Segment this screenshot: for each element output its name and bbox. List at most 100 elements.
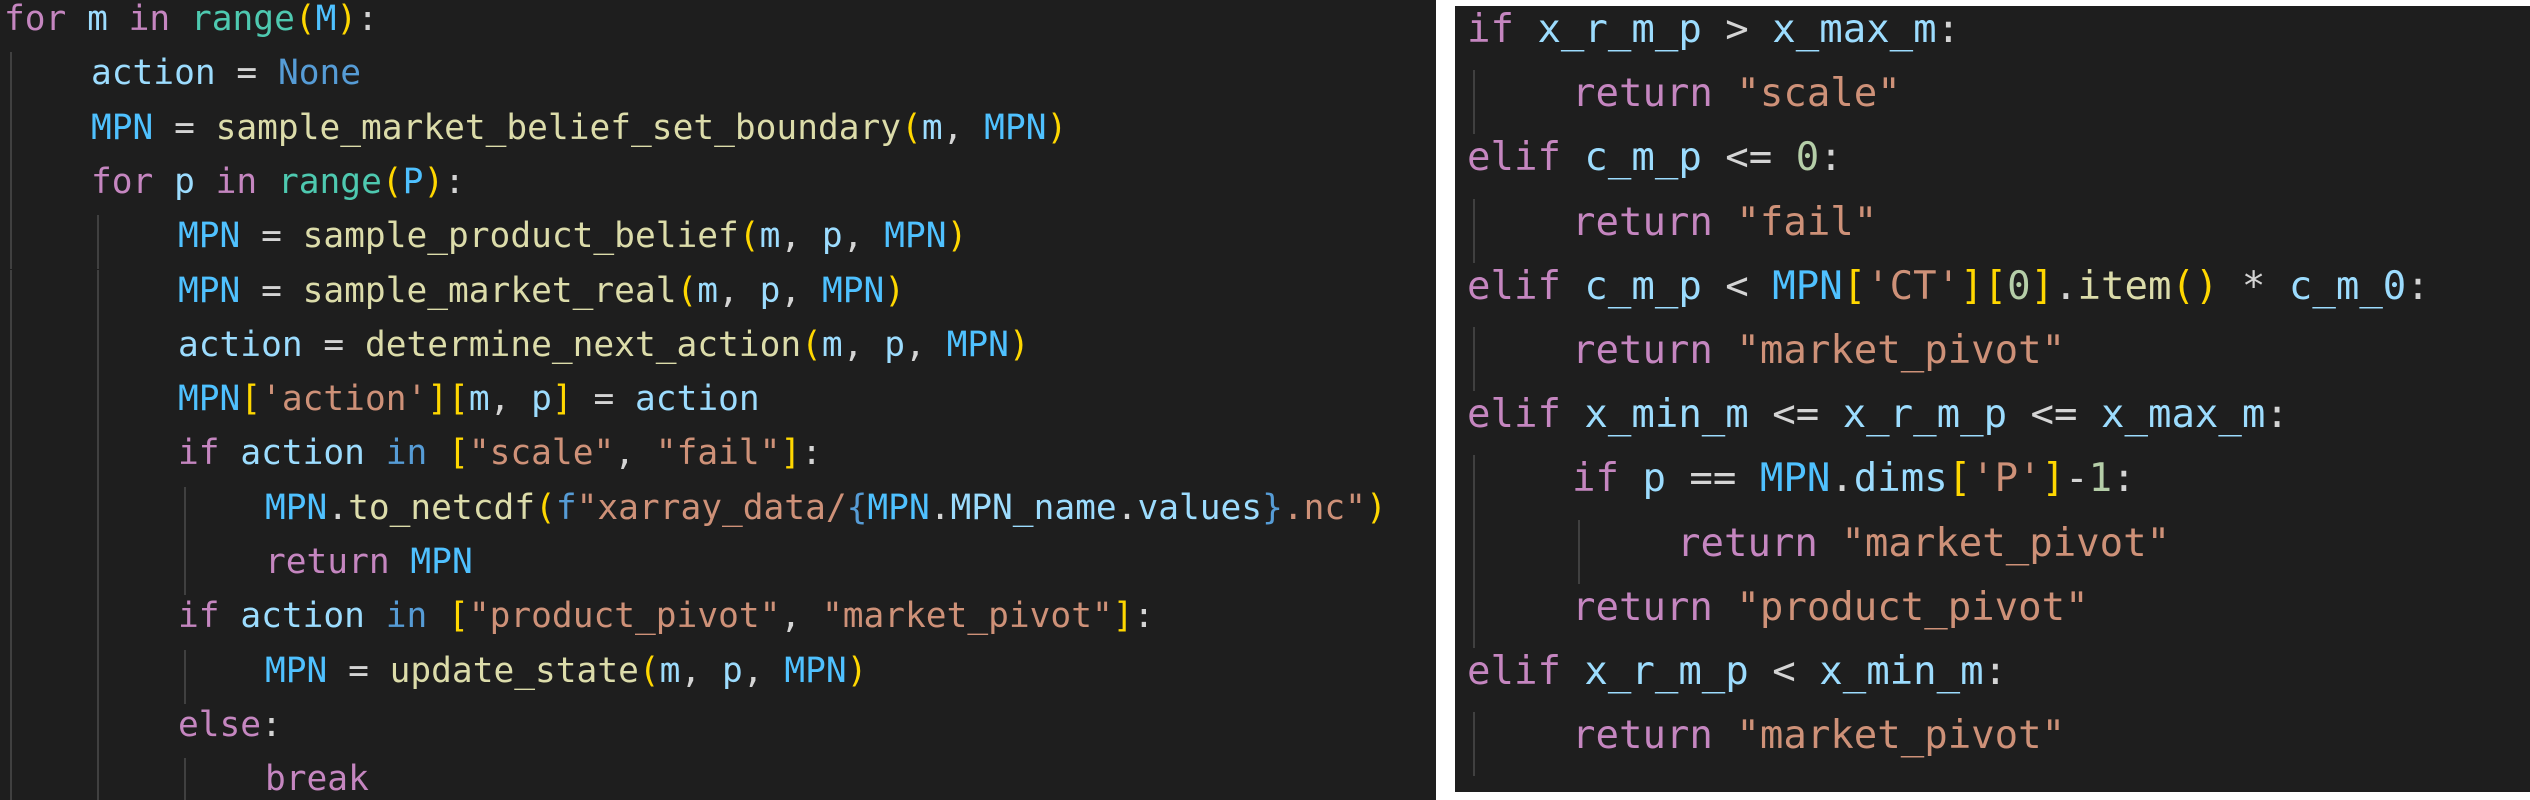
code-token: .nc" <box>1282 487 1366 528</box>
code-token: break <box>265 759 369 800</box>
indent-guide <box>1473 583 1475 648</box>
code-line: break <box>265 762 369 797</box>
code-token: ] <box>1960 263 1984 309</box>
code-line: MPN = sample_market_real(m, p, MPN) <box>178 273 905 309</box>
code-token: ( <box>294 0 316 39</box>
code-token: , <box>842 324 885 365</box>
indent-guide <box>184 649 186 704</box>
code-line: return "market_pivot" <box>1572 331 2065 370</box>
indent-guide <box>10 52 12 107</box>
code-token: ( <box>638 650 660 691</box>
code-token: ( <box>901 107 922 148</box>
code-token: , <box>614 433 656 474</box>
code-token: : <box>444 161 465 202</box>
code-token: . <box>2054 263 2078 309</box>
code-token: = <box>240 216 303 257</box>
code-token: [ <box>448 379 469 420</box>
code-token: return <box>265 542 390 582</box>
code-token: , <box>680 650 722 691</box>
code-token: in <box>128 0 171 39</box>
code-token: "market_pivot" <box>821 596 1113 637</box>
code-line: elif x_r_m_p < x_min_m: <box>1467 652 2007 691</box>
code-panel-right[interactable]: if x_r_m_p > x_max_m: return "scale" elif … <box>1455 6 2530 792</box>
indent-guide <box>1473 455 1475 520</box>
code-token: x_min_m <box>1584 392 1749 438</box>
code-token: = <box>302 324 365 365</box>
code-line: action = None <box>91 56 361 91</box>
code-token: p <box>884 324 906 365</box>
code-token: item <box>2077 263 2172 309</box>
indent-guide <box>1578 519 1580 584</box>
code-token: p <box>174 161 195 202</box>
indent-guide <box>10 269 12 324</box>
code-token: if <box>178 433 220 474</box>
code-token: ] <box>2041 456 2066 502</box>
code-line: action = determine_next_action(m, p, MPN… <box>178 328 1030 363</box>
indent-guide <box>97 649 99 704</box>
code-token: m <box>659 650 681 691</box>
code-token: () <box>2171 263 2219 309</box>
indent-guide <box>10 703 12 759</box>
indent-guide <box>1473 519 1475 584</box>
code-token: == <box>1665 456 1760 502</box>
code-token: : <box>1133 596 1155 637</box>
code-line: elif c_m_p <= 0: <box>1467 138 1843 177</box>
code-token: action <box>91 53 216 94</box>
indent-guide <box>97 432 99 487</box>
code-line: if action in ["product_pivot", "market_p… <box>178 599 1154 634</box>
code-token: dims <box>1853 456 1948 502</box>
code-panel-left[interactable]: for m in range(M): action = None MPN = sam… <box>0 0 1436 800</box>
code-token: = <box>215 53 278 94</box>
code-token: sample_market_belief_set_boundary <box>215 107 902 148</box>
code-token: if <box>1467 7 1514 52</box>
code-token: in <box>215 161 258 202</box>
code-token: MPN <box>178 216 241 257</box>
code-block-determine-action: if x_r_m_p > x_max_m: return "scale" elif … <box>1455 6 2530 792</box>
code-line: MPN['action'][m, p] = action <box>178 382 760 417</box>
code-token: range <box>277 161 382 202</box>
code-token: "product_pivot" <box>1736 584 2089 630</box>
code-token: return <box>1677 520 1818 566</box>
code-token: return <box>1572 71 1713 117</box>
code-token: - <box>2065 456 2089 502</box>
code-token: <= <box>2007 392 2101 438</box>
code-token: , <box>780 596 822 637</box>
indent-guide <box>10 649 12 704</box>
code-token: x_r_m_p <box>1537 7 1702 52</box>
code-line: return MPN <box>265 545 473 580</box>
code-token: P <box>402 161 424 202</box>
code-token: elif <box>1467 649 1561 694</box>
code-token: ( <box>738 216 760 257</box>
indent-guide <box>97 758 99 800</box>
code-line: if p == MPN.dims['P']-1: <box>1572 459 2136 498</box>
code-token: action <box>178 324 303 365</box>
code-line: return "product_pivot" <box>1572 588 2089 627</box>
code-token: p <box>721 650 743 691</box>
indent-guide <box>10 378 12 433</box>
code-token: 'action' <box>261 379 428 420</box>
code-token: 0 <box>1795 135 1820 181</box>
code-token: sample_product_belief <box>302 216 739 257</box>
code-token: MPN <box>1772 263 1843 309</box>
code-token: return <box>1572 328 1713 373</box>
code-token: "market_pivot" <box>1841 520 2171 566</box>
code-token: m <box>921 107 943 148</box>
code-token: , <box>842 216 885 257</box>
code-block-main-loop: for m in range(M): action = None MPN = sam… <box>0 0 1436 800</box>
code-token: [ <box>1842 263 1867 309</box>
indent-guide <box>10 160 12 216</box>
code-line: else: <box>178 708 282 743</box>
code-token: MPN <box>91 107 154 148</box>
indent-guide <box>97 269 99 324</box>
code-token: action <box>240 596 365 637</box>
code-token: [ <box>448 596 469 637</box>
code-token: . <box>1830 456 1854 502</box>
code-token: ) <box>1365 487 1387 528</box>
code-token: ) <box>423 161 445 202</box>
code-token: . <box>929 487 951 528</box>
code-token: , <box>742 650 785 691</box>
code-token: m <box>821 324 843 365</box>
